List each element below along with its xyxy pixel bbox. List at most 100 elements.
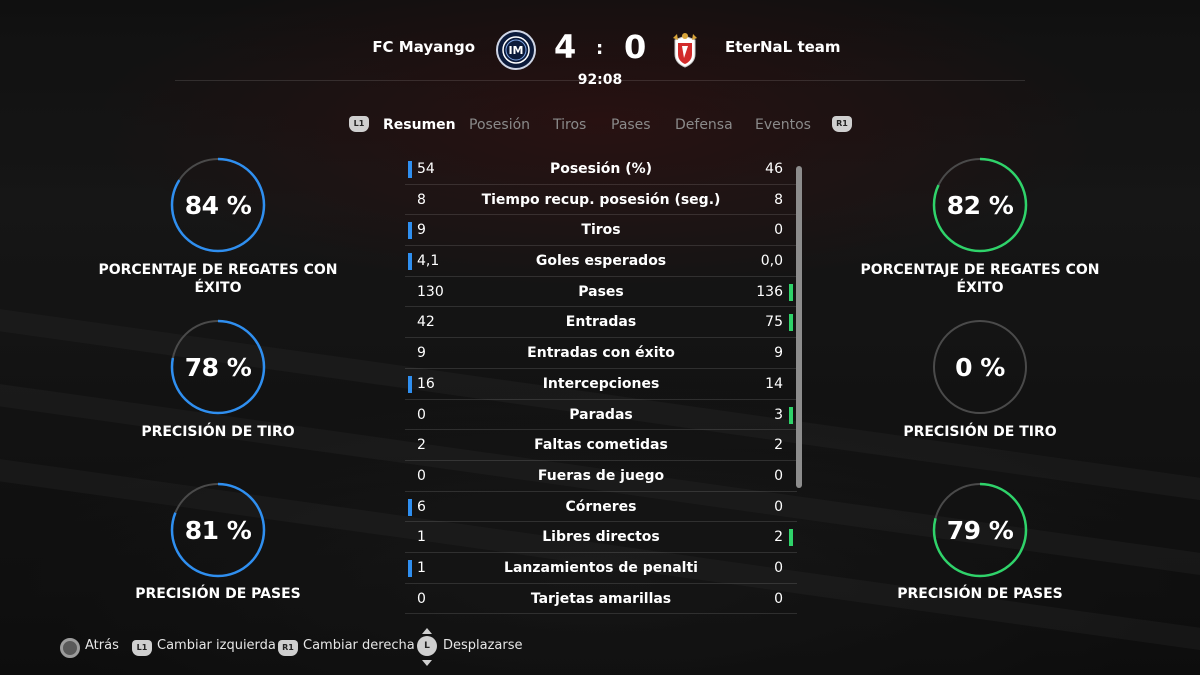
away-team-crest-icon xyxy=(665,30,705,70)
away-stat-value: 2 xyxy=(774,437,783,454)
away-stat-value: 0 xyxy=(774,222,783,239)
away-leader-marker xyxy=(789,406,793,424)
home-stat-value: 9 xyxy=(417,222,426,239)
l1-button-icon[interactable]: L1 xyxy=(349,116,369,132)
header-divider xyxy=(175,80,1025,81)
stat-row: 0 Paradas 3 xyxy=(405,400,797,431)
stat-label: Lanzamientos de penalti xyxy=(504,559,698,576)
switch-right-hint[interactable]: Cambiar derecha xyxy=(303,638,415,653)
away-leader-marker xyxy=(789,314,793,332)
stat-row: 54 Posesión (%) 46 xyxy=(405,154,797,185)
stat-row: 1 Lanzamientos de penalti 0 xyxy=(405,553,797,584)
home-score: 4 xyxy=(554,28,577,66)
stat-label: Tiros xyxy=(581,222,621,239)
back-hint[interactable]: Atrás xyxy=(85,638,119,653)
stat-row: 6 Córneres 0 xyxy=(405,492,797,523)
switch-left-hint[interactable]: Cambiar izquierda xyxy=(157,638,276,653)
gauge-value: 78 % xyxy=(184,352,252,382)
home-stat-value: 0 xyxy=(417,406,426,423)
gauge-label: PORCENTAJE DE REGATES CON ÉXITO xyxy=(860,262,1100,296)
scroll-hint[interactable]: Desplazarse xyxy=(443,638,523,653)
away-stat-value: 46 xyxy=(765,161,783,177)
gauge-label: PRECISIÓN DE TIRO xyxy=(903,424,1057,440)
tab-posesion[interactable]: Posesión xyxy=(469,117,530,133)
stat-label: Fueras de juego xyxy=(537,467,665,484)
tab-eventos[interactable]: Eventos xyxy=(755,117,811,133)
home-shot-accuracy-gauge: 78 % xyxy=(170,319,266,415)
stats-tab-bar: L1 Resumen Posesión Tiros Pases Defensa … xyxy=(0,114,1200,136)
stat-label: Tarjetas amarillas xyxy=(530,590,672,607)
stat-row: 1 Libres directos 2 xyxy=(405,522,797,553)
scoreboard: FC Mayango IM 4 : 0 EterNaL team 92:08 xyxy=(0,28,1200,98)
stats-scrollbar[interactable] xyxy=(796,166,802,488)
away-stat-value: 0 xyxy=(774,590,783,607)
stat-label: Tiempo recup. posesión (seg.) xyxy=(481,191,721,208)
away-team-name: EterNaL team xyxy=(725,38,841,56)
gauge-label: PRECISIÓN DE TIRO xyxy=(141,424,295,440)
stat-row: 16 Intercepciones 14 xyxy=(405,369,797,400)
home-stat-value: 1 xyxy=(417,529,426,546)
away-shot-accuracy-gauge: 0 % xyxy=(932,319,1028,415)
gauge-value: 0 % xyxy=(955,352,1005,382)
away-stat-value: 8 xyxy=(774,191,783,208)
stat-label: Entradas xyxy=(565,314,637,331)
r1-button-icon[interactable]: R1 xyxy=(832,116,852,132)
stat-row: 0 Fueras de juego 0 xyxy=(405,461,797,492)
stat-label: Intercepciones xyxy=(542,375,660,392)
stat-label: Pases xyxy=(578,283,624,300)
gauge-value: 79 % xyxy=(946,515,1014,545)
home-stat-value: 4,1 xyxy=(417,253,440,270)
gauge-value: 81 % xyxy=(184,515,252,545)
tab-tiros[interactable]: Tiros xyxy=(553,117,586,133)
home-pass-accuracy-gauge: 81 % xyxy=(170,482,266,578)
l1-button-icon[interactable]: L1 xyxy=(132,640,152,656)
stat-label: Goles esperados xyxy=(535,253,667,270)
stat-row: 8 Tiempo recup. posesión (seg.) 8 xyxy=(405,185,797,216)
away-stat-value: 136 xyxy=(756,283,783,300)
left-stick-icon[interactable]: L xyxy=(417,628,437,666)
tab-resumen[interactable]: Resumen xyxy=(383,117,456,133)
r1-button-icon[interactable]: R1 xyxy=(278,640,298,656)
away-score: 0 xyxy=(624,28,647,66)
away-pass-accuracy-gauge: 79 % xyxy=(932,482,1028,578)
gauge-label: PORCENTAJE DE REGATES CON ÉXITO xyxy=(98,262,338,296)
away-stat-value: 14 xyxy=(765,375,783,392)
home-stat-value: 0 xyxy=(417,590,426,607)
home-stat-value: 9 xyxy=(417,345,426,362)
stat-label: Libres directos xyxy=(542,529,660,546)
button-hints-bar: Atrás L1 Cambiar izquierda R1 Cambiar de… xyxy=(60,628,660,666)
home-leader-marker xyxy=(408,222,412,240)
gauge-label: PRECISIÓN DE PASES xyxy=(135,586,301,602)
tab-defensa[interactable]: Defensa xyxy=(675,117,733,133)
away-leader-marker xyxy=(789,529,793,547)
away-stat-value: 0,0 xyxy=(760,253,783,270)
stat-label: Paradas xyxy=(569,406,633,423)
match-stats-table[interactable]: 54 Posesión (%) 46 8 Tiempo recup. posesión … xyxy=(405,154,797,615)
stat-row: 2 Faltas cometidas 2 xyxy=(405,430,797,461)
stat-row: 4,1 Goles esperados 0,0 xyxy=(405,246,797,277)
home-leader-marker xyxy=(408,498,412,516)
away-stat-value: 3 xyxy=(774,406,783,423)
arrow-down-icon xyxy=(422,660,432,666)
gauge-label: PRECISIÓN DE PASES xyxy=(897,586,1063,602)
home-stat-value: 54 xyxy=(417,161,435,177)
stat-label: Posesión (%) xyxy=(549,161,653,177)
away-stat-value: 0 xyxy=(774,559,783,576)
tab-pases[interactable]: Pases xyxy=(611,117,651,133)
circle-button-icon[interactable] xyxy=(60,638,80,658)
home-leader-marker xyxy=(408,375,412,393)
home-stat-value: 0 xyxy=(417,467,426,484)
home-leader-marker xyxy=(408,161,412,178)
arrow-up-icon xyxy=(422,628,432,634)
crest-letters: IM xyxy=(508,44,523,57)
home-team-name: FC Mayango xyxy=(372,38,475,56)
home-stat-value: 6 xyxy=(417,498,426,515)
home-stat-value: 8 xyxy=(417,191,426,208)
gauge-value: 82 % xyxy=(946,190,1014,220)
stat-row: 9 Tiros 0 xyxy=(405,215,797,247)
away-leader-marker xyxy=(789,283,793,301)
home-team-crest-icon: IM xyxy=(496,30,536,70)
away-dribble-success-gauge: 82 % xyxy=(932,157,1028,253)
stat-row: 9 Entradas con éxito 9 xyxy=(405,338,797,369)
away-stat-value: 75 xyxy=(765,314,783,331)
